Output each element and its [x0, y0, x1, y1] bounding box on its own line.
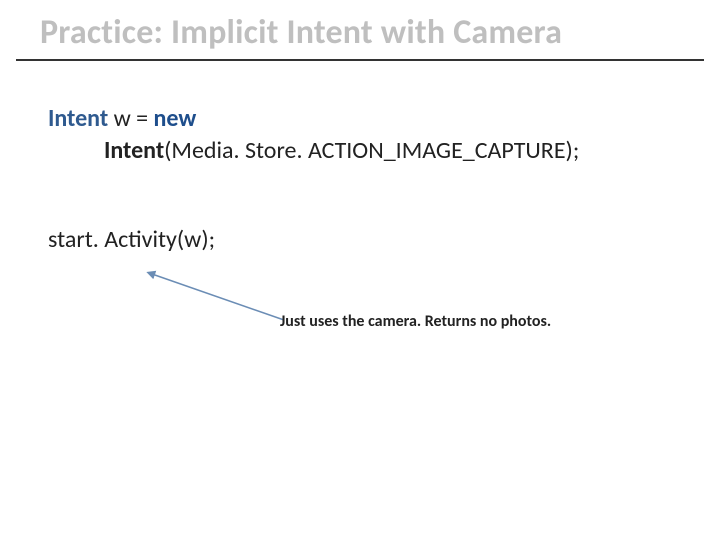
keyword-new: new [154, 104, 197, 133]
slide-title: Practice: Implicit Intent with Camera [16, 0, 704, 61]
constructor-intent: Intent [104, 136, 164, 165]
constructor-args: (Media. Store. ACTION_IMAGE_CAPTURE); [164, 136, 579, 165]
code-block: Intent w = new Intent(Media. Store. ACTI… [0, 61, 720, 256]
type-intent: Intent [48, 104, 108, 133]
annotation-group: Just uses the camera. Returns no photos. [48, 260, 648, 360]
annotation-text: Just uses the camera. Returns no photos. [280, 312, 551, 331]
code-line-1: Intent w = new [48, 103, 720, 135]
code-line-2: Intent(Media. Store. ACTION_IMAGE_CAPTUR… [48, 135, 720, 167]
code-line-3: start. Activity(w); [48, 224, 720, 256]
var-decl: w = [108, 104, 153, 133]
